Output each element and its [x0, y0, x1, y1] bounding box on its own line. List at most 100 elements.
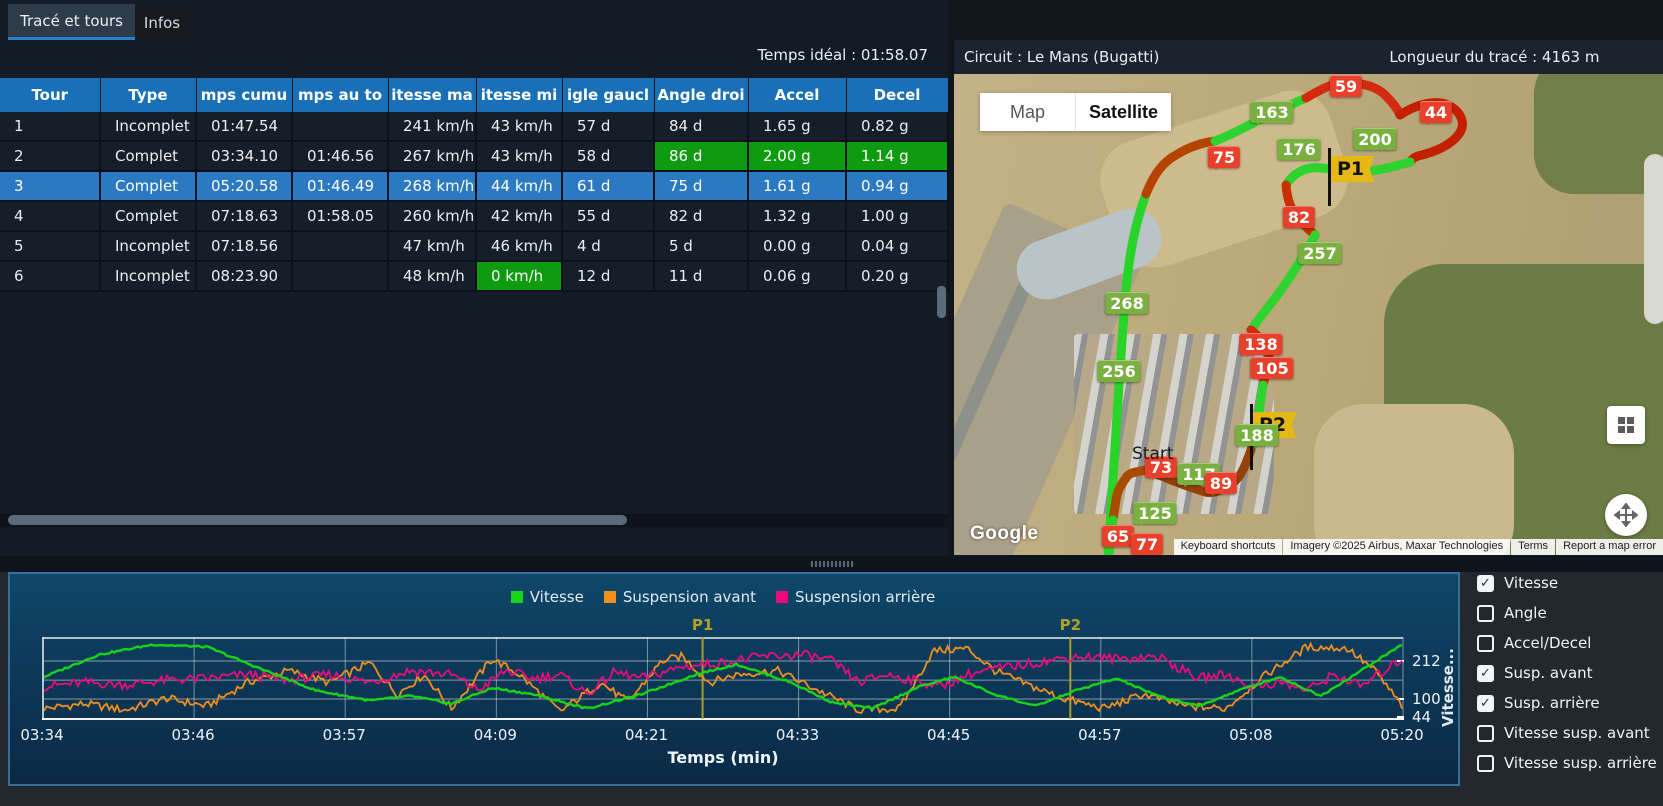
toggle-susp-avant[interactable]: ✓ Susp. avant — [1477, 663, 1593, 683]
google-logo[interactable]: Google — [970, 523, 1038, 545]
table-cell: 01:46.56 — [292, 141, 388, 171]
checkbox[interactable]: ✓ — [1477, 695, 1494, 712]
horizontal-scrollbar-thumb[interactable] — [8, 515, 627, 525]
column-header[interactable]: Type — [100, 78, 196, 112]
column-header[interactable]: Tour — [0, 78, 100, 112]
pan-arrows-icon — [1614, 503, 1638, 527]
table-row[interactable]: 6Incomplet08:23.9048 km/h0 km/h12 d11 d0… — [0, 261, 948, 291]
legend-swatch — [604, 591, 616, 603]
tab-trace-et-tours[interactable]: Tracé et tours — [8, 4, 135, 40]
toggle-accel-decel[interactable]: Accel/Decel — [1477, 633, 1591, 653]
toggle-label: Accel/Decel — [1504, 634, 1591, 652]
speed-marker: 257 — [1298, 242, 1341, 264]
tab-trace-label: Tracé et tours — [20, 12, 123, 30]
table-cell: 61 d — [562, 171, 654, 201]
horizontal-scrollbar[interactable] — [0, 514, 948, 527]
table-cell: 268 km/h — [388, 171, 476, 201]
checkbox[interactable]: ✓ — [1477, 665, 1494, 682]
chart-plot-area[interactable] — [42, 637, 1404, 720]
table-cell: Incomplet — [100, 261, 196, 291]
map-type-control: Map Satellite — [980, 93, 1171, 131]
toggle-vitesse-susp-avant[interactable]: Vitesse susp. avant — [1477, 723, 1650, 743]
column-header[interactable]: itesse ma — [388, 78, 476, 112]
tiles-overlay-button[interactable] — [1607, 406, 1645, 444]
table-cell: 01:47.54 — [196, 112, 292, 141]
toggle-susp-arri-re[interactable]: ✓Susp. arrière — [1477, 693, 1600, 713]
chart-legend: VitesseSuspension avantSuspension arrièr… — [42, 588, 1404, 606]
terms-link[interactable]: Terms — [1511, 539, 1555, 555]
speed-marker: 163 — [1250, 101, 1293, 123]
speed-marker: 256 — [1097, 360, 1140, 382]
keyboard-shortcuts-link[interactable]: Keyboard shortcuts — [1174, 539, 1283, 555]
column-header[interactable]: Angle droi — [654, 78, 748, 112]
table-row[interactable]: 4Complet07:18.6301:58.05260 km/h42 km/h5… — [0, 201, 948, 231]
map-canvas[interactable]: P1P2 59163441762007582257268256138105188… — [954, 74, 1663, 555]
table-cell: 5 — [0, 231, 100, 261]
circuit-label: Circuit : Le Mans (Bugatti) — [964, 48, 1159, 66]
table-cell — [292, 231, 388, 261]
toggle-label: Susp. avant — [1504, 664, 1593, 682]
vertical-scrollbar-thumb[interactable] — [937, 286, 946, 318]
table-row[interactable]: 2Complet03:34.1001:46.56267 km/h43 km/h5… — [0, 141, 948, 171]
toggle-vitesse[interactable]: ✓Vitesse — [1477, 573, 1558, 593]
satellite-button[interactable]: Satellite — [1075, 93, 1171, 131]
table-cell: Complet — [100, 201, 196, 231]
checkbox[interactable] — [1477, 755, 1494, 772]
toggle-angle[interactable]: Angle — [1477, 603, 1547, 623]
tab-infos[interactable]: Infos — [135, 9, 189, 37]
y-tick-label: 100 — [1412, 690, 1441, 708]
table-cell: 0.06 g — [748, 261, 846, 291]
speed-marker: 77 — [1131, 533, 1163, 555]
table-cell: 4 — [0, 201, 100, 231]
table-cell: 260 km/h — [388, 201, 476, 231]
report-map-error-link[interactable]: Report a map error — [1556, 539, 1663, 555]
map-button[interactable]: Map — [980, 93, 1075, 131]
speed-marker: 82 — [1283, 206, 1315, 228]
table-cell: 08:23.90 — [196, 261, 292, 291]
checkbox[interactable] — [1477, 725, 1494, 742]
table-row[interactable]: 5Incomplet07:18.5647 km/h46 km/h4 d5 d0.… — [0, 231, 948, 261]
map-panel: Circuit : Le Mans (Bugatti) Longueur du … — [954, 40, 1663, 555]
recenter-button[interactable] — [1605, 494, 1647, 536]
bottom-section: VitesseSuspension avantSuspension arrièr… — [0, 572, 1663, 806]
splitter-handle[interactable] — [811, 561, 853, 567]
telemetry-plot[interactable] — [42, 637, 1404, 720]
table-cell: 46 km/h — [476, 231, 562, 261]
legend-item: Suspension avant — [604, 588, 756, 606]
track-length-label: Longueur du tracé : 4163 m — [1389, 48, 1599, 66]
annotation-p2: P2 — [1060, 616, 1081, 634]
table-cell: 43 km/h — [476, 141, 562, 171]
table-cell: 5 d — [654, 231, 748, 261]
table-cell: 07:18.56 — [196, 231, 292, 261]
table-cell: 0.82 g — [846, 112, 948, 141]
column-header[interactable]: mps au to — [292, 78, 388, 112]
laps-table: TourTypemps cumumps au toitesse maitesse… — [0, 78, 949, 292]
grid-icon — [1618, 417, 1634, 433]
table-cell: 0 km/h — [476, 261, 562, 291]
checkbox[interactable] — [1477, 635, 1494, 652]
table-row[interactable]: 3Complet05:20.5801:46.49268 km/h44 km/h6… — [0, 171, 948, 201]
top-section: Tracé et tours Infos Temps idéal : 01:58… — [0, 0, 1663, 556]
toggle-vitesse-susp-arri-re[interactable]: Vitesse susp. arrière — [1477, 753, 1657, 773]
legend-swatch — [511, 591, 523, 603]
laps-panel: Tracé et tours Infos Temps idéal : 01:58… — [0, 0, 948, 556]
checkbox[interactable] — [1477, 605, 1494, 622]
x-tick-label: 04:45 — [927, 726, 970, 744]
x-axis-title: Temps (min) — [42, 748, 1404, 767]
annotation-p1: P1 — [692, 616, 713, 634]
map-header: Circuit : Le Mans (Bugatti) Longueur du … — [954, 40, 1663, 74]
x-tick-label: 03:34 — [20, 726, 63, 744]
table-cell: 57 d — [562, 112, 654, 141]
table-row[interactable]: 1Incomplet01:47.54241 km/h43 km/h57 d84 … — [0, 112, 948, 141]
column-header[interactable]: itesse mi — [476, 78, 562, 112]
column-header[interactable]: igle gaucl — [562, 78, 654, 112]
column-header[interactable]: Decel — [846, 78, 948, 112]
column-header[interactable]: mps cumu — [196, 78, 292, 112]
panel-splitter[interactable] — [0, 556, 1663, 572]
column-header[interactable]: Accel — [748, 78, 846, 112]
flag-pole — [1328, 148, 1331, 206]
table-cell: 1.00 g — [846, 201, 948, 231]
x-tick-label: 04:57 — [1078, 726, 1121, 744]
checkbox[interactable]: ✓ — [1477, 575, 1494, 592]
table-cell: 47 km/h — [388, 231, 476, 261]
